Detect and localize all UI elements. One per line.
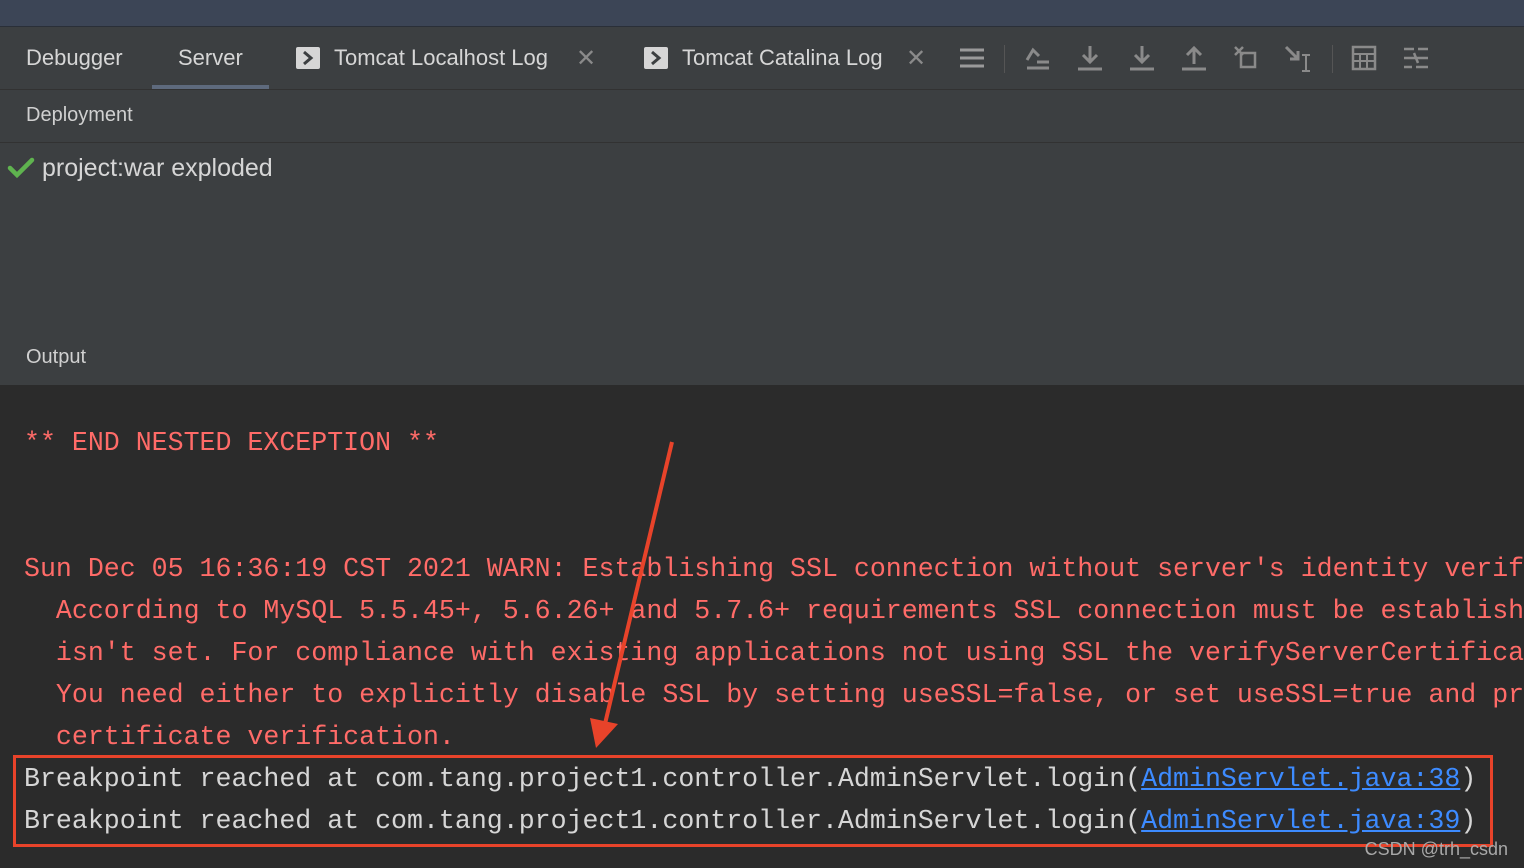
console-line: Sun Dec 05 16:36:19 CST 2021 WARN: Estab… — [24, 554, 1524, 584]
tab-debugger[interactable]: Debugger — [26, 27, 123, 89]
annotation-highlight-box — [13, 755, 1493, 847]
deployment-item-label: project:war exploded — [42, 153, 273, 182]
divider — [0, 142, 1524, 143]
step-out-icon[interactable] — [1176, 40, 1212, 76]
tab-tomcat-catalina-log[interactable]: Tomcat Catalina Log — [644, 27, 883, 89]
tab-server-label: Server — [178, 45, 243, 70]
toolbar-separator — [1004, 45, 1005, 73]
show-execution-point-icon[interactable] — [1020, 40, 1056, 76]
deployment-header: Deployment — [26, 104, 133, 126]
console-line: According to MySQL 5.5.45+, 5.6.26+ and … — [24, 596, 1524, 626]
console-line: isn't set. For compliance with existing … — [24, 638, 1524, 668]
tab-tomcat-catalina-log-label: Tomcat Catalina Log — [682, 45, 883, 70]
menu-lines-icon[interactable] — [954, 40, 990, 76]
drop-frame-icon[interactable] — [1228, 40, 1264, 76]
deployment-panel: Deployment project:war exploded Output — [0, 90, 1524, 385]
tab-server[interactable]: Server — [152, 27, 269, 89]
close-icon[interactable]: ✕ — [576, 27, 596, 89]
run-to-cursor-icon[interactable] — [1280, 40, 1316, 76]
evaluate-expression-icon[interactable] — [1346, 40, 1382, 76]
trace-icon[interactable] — [1398, 40, 1434, 76]
output-header: Output — [26, 346, 87, 368]
close-icon[interactable]: ✕ — [906, 27, 926, 89]
window-top-strip — [0, 0, 1524, 27]
console-line: You need either to explicitly disable SS… — [24, 680, 1524, 710]
tab-tomcat-localhost-log[interactable]: Tomcat Localhost Log — [296, 27, 548, 89]
tab-debugger-label: Debugger — [26, 45, 123, 70]
watermark: CSDN @trh_csdn — [1364, 839, 1508, 859]
deployment-item[interactable]: project:war exploded — [6, 150, 273, 186]
step-into-icon[interactable] — [1124, 40, 1160, 76]
console-icon — [644, 47, 668, 69]
tool-window-tabbar: Debugger Server Tomcat Localhost Log ✕ T… — [0, 27, 1524, 90]
step-over-icon[interactable] — [1072, 40, 1108, 76]
toolbar-separator — [1332, 45, 1333, 73]
console-line: certificate verification. — [24, 722, 455, 752]
console-icon — [296, 47, 320, 69]
tab-tomcat-localhost-log-label: Tomcat Localhost Log — [334, 45, 549, 70]
checkmark-icon — [7, 157, 35, 179]
console-line: ** END NESTED EXCEPTION ** — [24, 428, 439, 458]
